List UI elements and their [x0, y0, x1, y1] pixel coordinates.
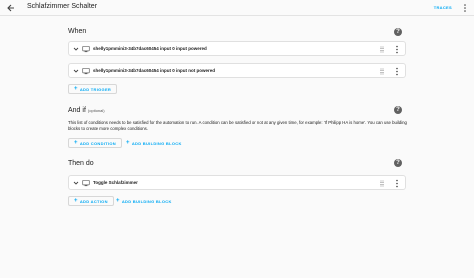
when-help-icon[interactable]: ? [394, 28, 402, 36]
plus-icon: + [74, 86, 78, 92]
optional-label: (optional) [87, 108, 105, 113]
add-condition-label: ADD CONDITION [79, 140, 116, 146]
add-building-block-button[interactable]: + ADD BUILDING BLOCK [116, 196, 172, 206]
and-if-title: And if [68, 107, 86, 114]
back-arrow-icon[interactable] [6, 3, 16, 13]
add-action-label: ADD ACTION [79, 198, 108, 204]
device-icon [82, 67, 90, 75]
add-building-block-label: ADD BUILDING BLOCK [121, 198, 172, 204]
overflow-menu-icon[interactable] [395, 67, 399, 76]
trigger-label: shelly1pmmini3-34b7dac60454 input 0 inpu… [93, 46, 207, 51]
then-do-heading: Then do [68, 160, 94, 167]
device-icon [82, 179, 90, 187]
overflow-menu-icon[interactable] [395, 45, 399, 54]
traces-button[interactable]: TRACES [434, 5, 452, 10]
action-label: Toggle Schlafzimmer [93, 180, 138, 185]
add-trigger-label: ADD TRIGGER [79, 86, 112, 92]
conditions-description: This list of conditions needs to be sati… [68, 120, 407, 131]
and-if-help-icon[interactable]: ? [394, 106, 402, 114]
and-if-heading: And if (optional) [68, 107, 105, 114]
drag-handle-icon[interactable] [379, 180, 385, 187]
trigger-card[interactable]: shelly1pmmini3-34b7dac60454 input 0 inpu… [68, 41, 406, 56]
trigger-label: shelly1pmmini3-34b7dac60454 input 0 inpu… [93, 68, 216, 73]
add-building-block-button[interactable]: + ADD BUILDING BLOCK [126, 138, 182, 148]
when-heading: When [68, 28, 87, 35]
drag-handle-icon[interactable] [379, 68, 385, 75]
top-app-bar: Schlafzimmer Schalter TRACES [0, 0, 474, 16]
chevron-down-icon[interactable] [73, 180, 79, 186]
page-title: Schlafzimmer Schalter [27, 3, 98, 10]
then-do-help-icon[interactable]: ? [394, 159, 402, 167]
add-building-block-label: ADD BUILDING BLOCK [131, 140, 182, 146]
action-card[interactable]: Toggle Schlafzimmer [68, 175, 406, 190]
device-icon [82, 45, 90, 53]
trigger-card[interactable]: shelly1pmmini3-34b7dac60454 input 0 inpu… [68, 63, 406, 78]
plus-icon: + [126, 140, 130, 146]
plus-icon: + [74, 140, 78, 146]
overflow-menu-icon[interactable] [395, 179, 399, 188]
add-action-button[interactable]: + ADD ACTION [68, 196, 114, 206]
chevron-down-icon[interactable] [73, 68, 79, 74]
plus-icon: + [74, 198, 78, 204]
chevron-down-icon[interactable] [73, 46, 79, 52]
more-vert-icon[interactable] [462, 3, 468, 13]
add-trigger-button[interactable]: + ADD TRIGGER [68, 84, 118, 94]
plus-icon: + [116, 198, 120, 204]
drag-handle-icon[interactable] [379, 46, 385, 53]
add-condition-button[interactable]: + ADD CONDITION [68, 138, 122, 148]
